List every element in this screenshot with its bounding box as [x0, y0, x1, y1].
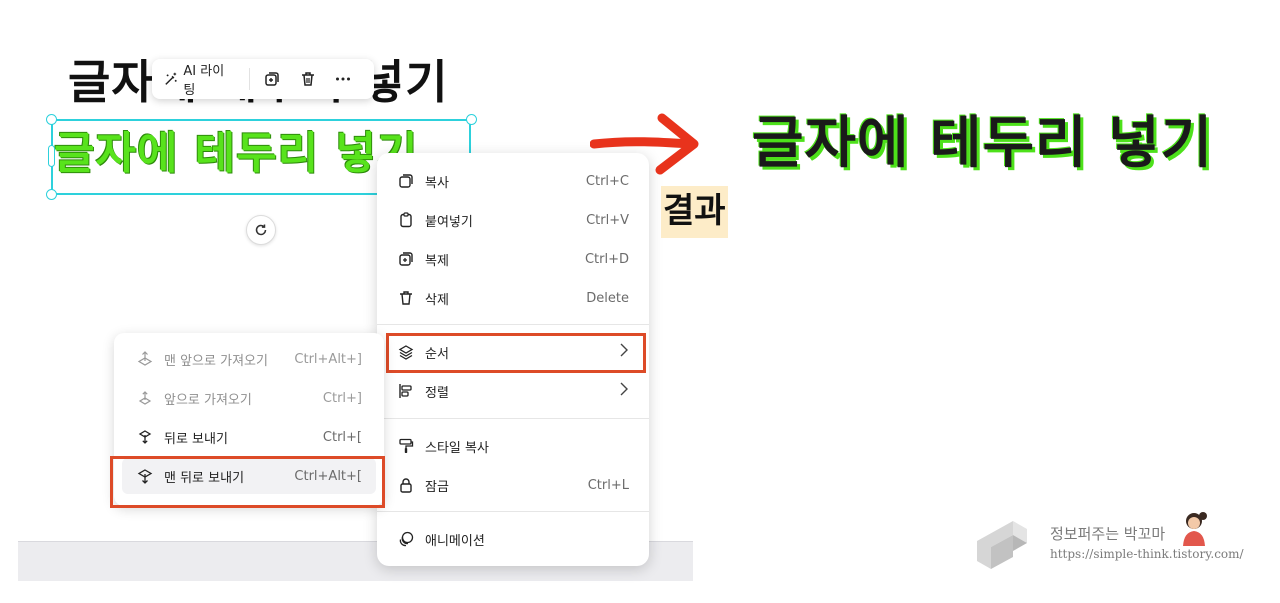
menu-item-shortcut: Ctrl+D [584, 251, 629, 267]
floating-toolbar: AI 라이팅 [152, 59, 374, 99]
align-icon [397, 382, 415, 400]
delete-button[interactable] [295, 65, 320, 93]
menu-item-label: 삭제 [425, 292, 449, 308]
submenu-item-send-backward[interactable]: 뒤로 보내기 Ctrl+[ [122, 419, 376, 455]
send-backward-icon [136, 428, 154, 446]
ai-writing-button[interactable]: AI 라이팅 [160, 60, 235, 98]
menu-item-paste[interactable]: 붙여넣기 Ctrl+V [385, 202, 641, 238]
resize-handle-top-right[interactable] [466, 114, 477, 125]
submenu-item-bring-forward[interactable]: 앞으로 가져오기 Ctrl+] [122, 380, 376, 416]
bring-to-front-icon [136, 350, 154, 368]
red-arrow-icon [590, 113, 699, 175]
more-options-button[interactable] [331, 65, 356, 93]
menu-item-delete[interactable]: 삭제 Delete [385, 280, 641, 316]
menu-item-copy-style[interactable]: 스타일 복사 [385, 428, 641, 464]
copy-icon [397, 172, 415, 190]
duplicate-icon [397, 250, 415, 268]
paint-roller-icon [397, 437, 415, 455]
result-text: 글자에 테두리 넣기 [752, 111, 1214, 176]
more-icon [336, 77, 351, 81]
highlight-box-order [386, 333, 646, 373]
menu-item-align[interactable]: 정렬 [385, 373, 641, 409]
menu-divider [377, 511, 649, 512]
trash-icon [397, 289, 415, 307]
submenu-item-shortcut: Ctrl+] [322, 390, 362, 406]
blog-logo-icon [977, 521, 1027, 569]
menu-item-label: 복사 [425, 175, 449, 191]
menu-item-shortcut: Delete [586, 290, 629, 306]
duplicate-icon [265, 72, 280, 86]
submenu-item-label: 맨 앞으로 가져오기 [164, 353, 268, 369]
menu-item-label: 복제 [425, 253, 449, 269]
menu-item-label: 잠금 [425, 479, 449, 495]
submenu-item-bring-to-front[interactable]: 맨 앞으로 가져오기 Ctrl+Alt+] [122, 341, 376, 377]
clipboard-icon [397, 211, 415, 229]
watermark-name: 정보퍼주는 박꼬마 [1050, 525, 1166, 543]
menu-item-shortcut: Ctrl+L [587, 477, 629, 493]
bring-forward-icon [136, 389, 154, 407]
animation-icon [397, 530, 415, 548]
menu-item-label: 붙여넣기 [425, 214, 473, 230]
chevron-right-icon [619, 382, 629, 400]
highlight-box-send-to-back [110, 456, 385, 508]
menu-item-lock[interactable]: 잠금 Ctrl+L [385, 467, 641, 503]
menu-item-animation[interactable]: 애니메이션 [385, 521, 641, 557]
lock-icon [397, 476, 415, 494]
menu-item-label: 애니메이션 [425, 533, 485, 549]
submenu-item-label: 앞으로 가져오기 [164, 392, 252, 408]
submenu-item-shortcut: Ctrl+[ [322, 429, 362, 445]
submenu-item-shortcut: Ctrl+Alt+] [294, 351, 362, 367]
menu-item-label: 스타일 복사 [425, 440, 489, 456]
avatar [1183, 512, 1207, 546]
trash-icon [301, 72, 314, 86]
magic-wand-icon [165, 72, 177, 85]
menu-divider [377, 418, 649, 419]
submenu-item-label: 뒤로 보내기 [164, 431, 228, 447]
menu-item-duplicate[interactable]: 복제 Ctrl+D [385, 241, 641, 277]
resize-handle-top-left[interactable] [46, 114, 57, 125]
duplicate-button[interactable] [260, 65, 285, 93]
menu-item-shortcut: Ctrl+V [586, 212, 629, 228]
ai-writing-label: AI 라이팅 [183, 64, 225, 98]
toolbar-divider [248, 68, 250, 90]
resize-handle-left[interactable] [48, 145, 55, 167]
menu-item-label: 정렬 [425, 385, 449, 401]
rotate-button[interactable] [246, 215, 276, 245]
rotate-icon [255, 224, 267, 236]
watermark-url: https://simple-think.tistory.com/ [1050, 547, 1244, 561]
result-label: 결과 [661, 186, 728, 238]
resize-handle-bottom-left[interactable] [46, 189, 57, 200]
menu-divider [377, 324, 649, 325]
